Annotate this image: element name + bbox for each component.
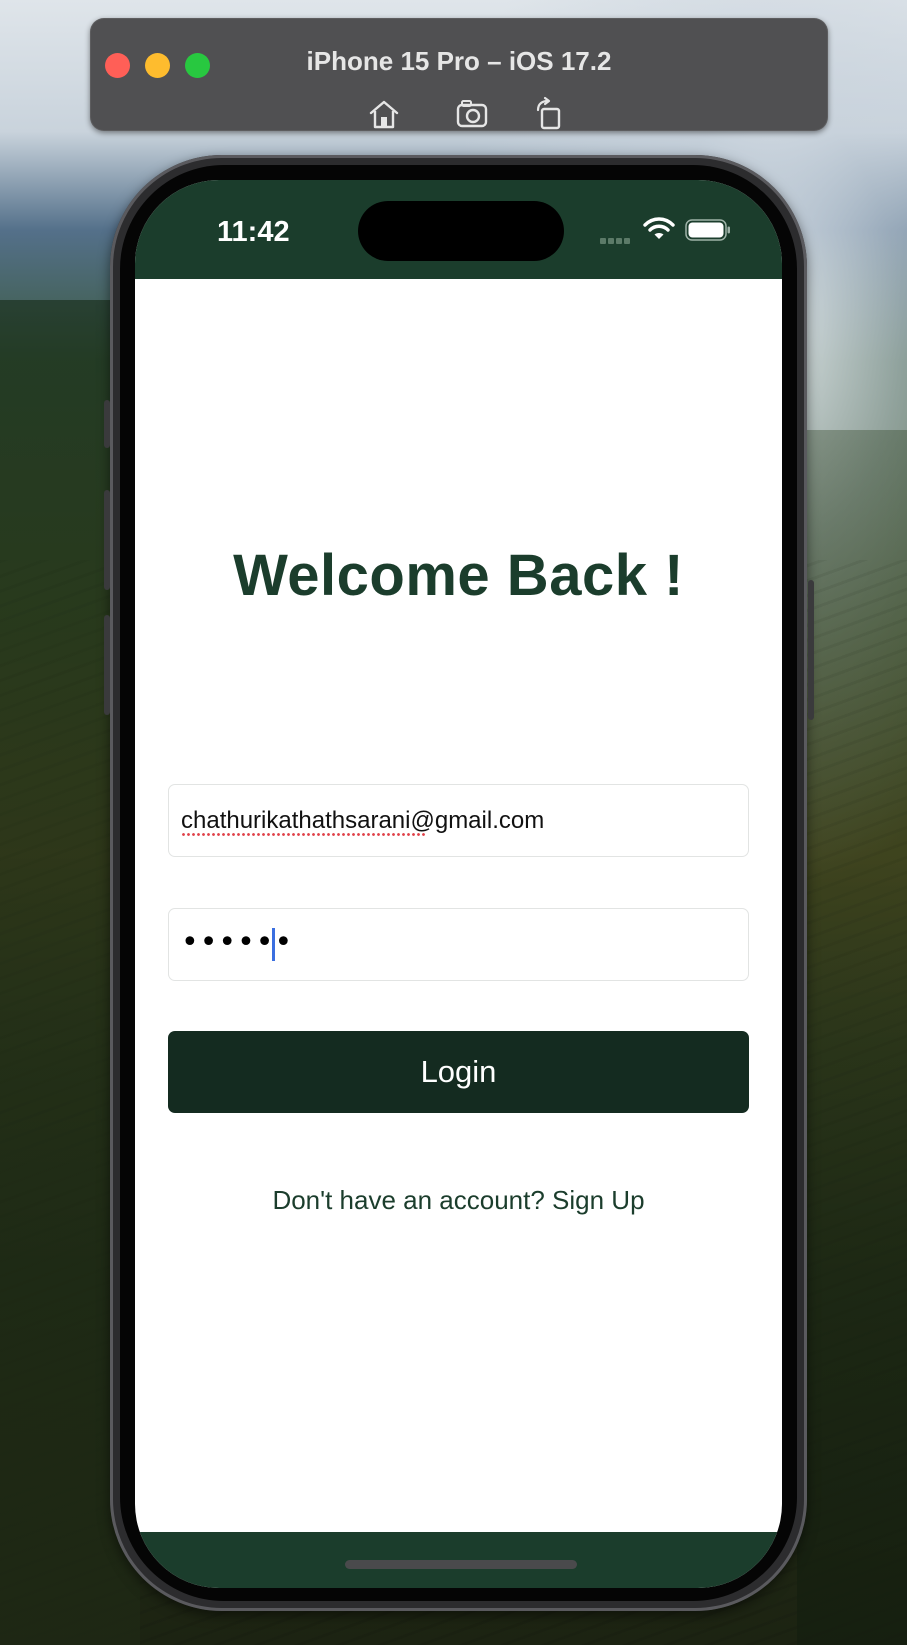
password-mask: •••••• bbox=[181, 925, 294, 960]
home-icon[interactable] bbox=[366, 96, 402, 132]
spellcheck-underline bbox=[181, 833, 425, 836]
password-field[interactable]: •••••• bbox=[168, 908, 749, 981]
simulator-toolbar bbox=[90, 96, 828, 132]
signup-link[interactable]: Don't have an account? Sign Up bbox=[135, 1185, 782, 1216]
screenshot-icon[interactable] bbox=[454, 96, 490, 132]
welcome-heading: Welcome Back ! bbox=[233, 543, 684, 608]
text-caret bbox=[272, 928, 275, 961]
email-field[interactable]: chathurikathathsarani@gmail.com bbox=[168, 784, 749, 857]
phone-screen: 11:42 Welcome Back ! chathurikathathsara… bbox=[135, 180, 782, 1588]
bottom-bar bbox=[135, 1532, 782, 1588]
email-value: chathurikathathsarani@gmail.com bbox=[181, 807, 545, 834]
home-indicator[interactable] bbox=[345, 1560, 577, 1569]
power-button[interactable] bbox=[808, 580, 814, 720]
action-button[interactable] bbox=[104, 400, 110, 448]
wifi-icon bbox=[643, 216, 675, 242]
dynamic-island bbox=[358, 201, 564, 261]
simulator-title-bar: iPhone 15 Pro – iOS 17.2 bbox=[90, 18, 828, 131]
simulator-title: iPhone 15 Pro – iOS 17.2 bbox=[306, 46, 612, 76]
status-time: 11:42 bbox=[217, 216, 290, 248]
battery-icon bbox=[685, 219, 731, 241]
login-button[interactable]: Login bbox=[168, 1031, 749, 1113]
volume-down-button[interactable] bbox=[104, 615, 110, 715]
volume-up-button[interactable] bbox=[104, 490, 110, 590]
cellular-signal-icon bbox=[600, 231, 634, 244]
rotate-icon[interactable] bbox=[532, 96, 568, 132]
status-bar: 11:42 bbox=[135, 180, 782, 279]
